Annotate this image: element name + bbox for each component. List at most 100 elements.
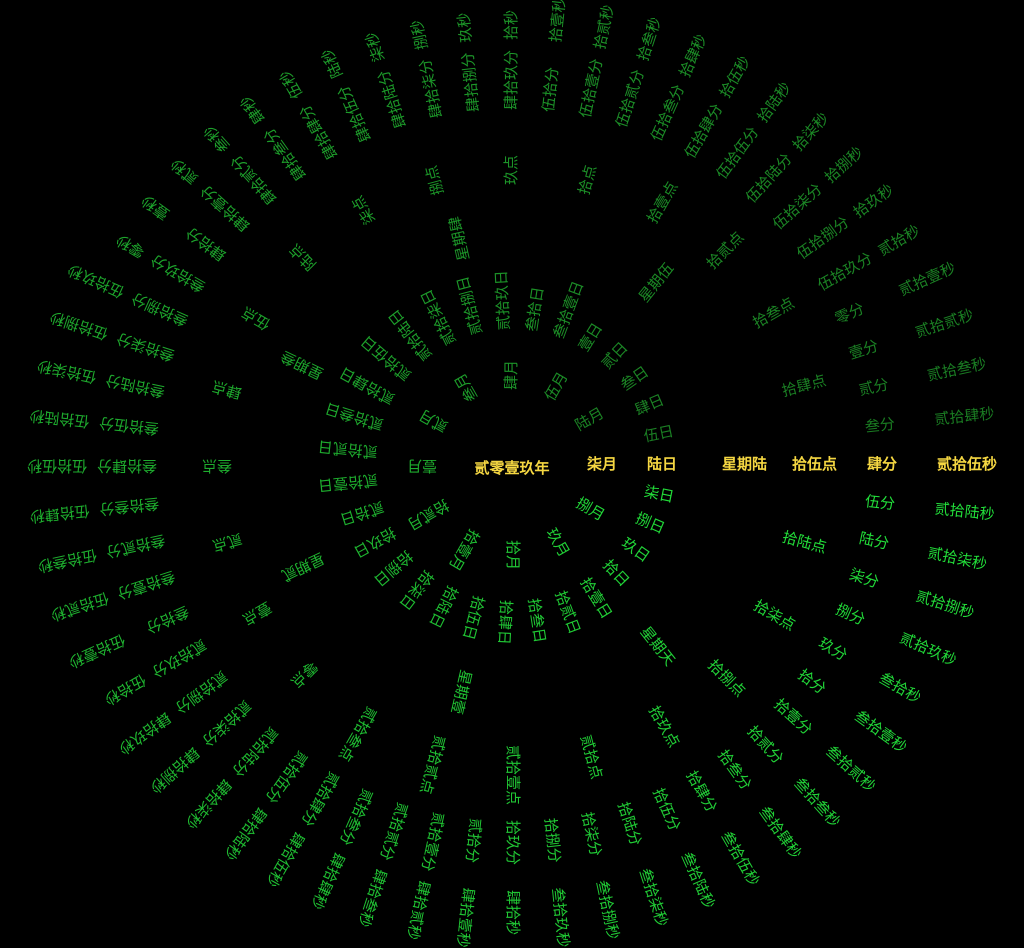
minute-slot: 拾贰分 [744, 724, 785, 767]
minute-slot: 拾捌分 [541, 817, 561, 863]
second-slot: 贰拾陆秒 [934, 502, 995, 523]
second-slot: 贰拾捌秒 [914, 590, 976, 623]
minute-slot: 叁拾壹分 [115, 567, 177, 600]
minute-slot: 叁分 [864, 418, 895, 436]
hour-slot: 贰拾叁点 [335, 703, 378, 762]
second-slot: 叁秒 [202, 122, 233, 154]
day-slot: 伍日 [643, 425, 675, 446]
minute-slot: 贰拾伍分 [262, 747, 309, 804]
month-slot: 贰月 [418, 406, 451, 434]
day-slot: 拾壹日 [577, 576, 614, 622]
second-slot: 拾叁秒 [637, 16, 665, 63]
hour-slot: 拾捌点 [704, 658, 746, 700]
second-slot: 陆秒 [321, 46, 347, 80]
second-slot: 伍拾肆秒 [29, 501, 90, 522]
second-slot: 叁拾贰秒 [822, 744, 877, 795]
second-slot: 贰秒 [169, 155, 201, 186]
second-slot: 壹秒 [140, 191, 173, 221]
hour-slot: 陆点 [288, 240, 320, 272]
minute-slot: 叁拾柒分 [115, 329, 177, 362]
weekday-slot: 星期壹 [447, 668, 472, 715]
minute-slot: 叁拾玖分 [149, 251, 208, 294]
weekday-slot: 星期叁 [279, 347, 326, 380]
second-slot: 伍拾柒秒 [36, 356, 98, 383]
day-slot: 贰拾捌日 [456, 274, 486, 336]
second-slot: 零秒 [114, 231, 147, 259]
minute-slot: 叁拾伍分 [99, 414, 160, 435]
minute-slot: 拾壹分 [770, 697, 813, 738]
day-slot: 贰拾壹日 [317, 471, 378, 492]
hour-slot: 叁点 [202, 457, 232, 472]
second-slot: 伍拾秒 [101, 671, 147, 706]
minute-slot: 捌分 [833, 603, 867, 629]
second-slot: 玖秒 [457, 12, 475, 43]
second-slot: 叁拾伍秒 [718, 830, 761, 889]
day-slot: 拾陆日 [426, 583, 459, 630]
second-slot: 贰拾肆秒 [934, 407, 995, 428]
minute-slot: 贰拾柒分 [198, 697, 253, 748]
minute-slot: 伍拾贰分 [615, 68, 648, 130]
day-slot: 拾叁日 [525, 597, 547, 644]
month-slot: 陆月 [573, 406, 606, 434]
day-slot: 贰拾贰日 [317, 437, 378, 458]
hour-slot: 伍点 [240, 303, 273, 331]
second-slot: 伍拾玖秒 [66, 260, 127, 298]
hour-slot: 拾柒点 [750, 599, 796, 634]
minute-slot: 肆拾伍分 [337, 83, 375, 144]
day-slot: 叁日 [619, 365, 652, 394]
second-slot: 伍拾陆秒 [29, 406, 90, 427]
day-slot: 贰拾日 [338, 498, 385, 526]
minute-slot: 陆分 [858, 532, 890, 553]
day-slot: 拾柒日 [395, 567, 434, 612]
second-slot: 伍秒 [278, 67, 306, 100]
day-slot: 拾贰日 [551, 589, 581, 636]
minute-slot: 伍分 [864, 495, 895, 513]
minute-slot: 壹分 [847, 339, 880, 363]
second-slot: 贰拾秒 [877, 224, 923, 259]
minute-slot: 伍拾肆分 [683, 102, 726, 161]
second-slot: 肆秒 [239, 92, 269, 125]
minute-slot: 叁拾分 [143, 602, 190, 634]
minute-slot: 伍拾柒分 [771, 182, 826, 233]
second-slot: 肆拾伍秒 [263, 829, 306, 888]
hour-slot: 拾点 [578, 164, 600, 197]
minute-slot: 贰拾陆分 [228, 723, 279, 778]
weekday-slot: 星期贰 [279, 549, 326, 582]
hour-slot: 拾陆点 [780, 531, 827, 557]
second-slot: 拾贰秒 [594, 4, 618, 51]
hour-slot: 拾肆点 [781, 374, 828, 400]
minute-slot: 拾伍分 [649, 786, 681, 833]
weekday-slot: 星期天 [637, 625, 677, 670]
second-slot: 肆拾壹秒 [453, 887, 474, 948]
minute-slot: 伍拾叁分 [650, 83, 688, 144]
second-slot: 贰拾伍秒 [937, 458, 997, 473]
minute-slot: 伍拾分 [542, 66, 562, 112]
second-slot: 肆拾秒 [504, 890, 519, 935]
day-slot: 贰拾柒日 [420, 286, 460, 346]
second-slot: 肆拾贰秒 [403, 879, 430, 941]
minute-slot: 肆拾柒分 [419, 57, 446, 119]
second-slot: 贰拾柒秒 [926, 547, 988, 574]
minute-slot: 肆拾分 [184, 223, 229, 262]
day-slot: 拾玖日 [351, 524, 398, 559]
month-slot: 壹月 [407, 457, 437, 472]
minute-slot: 肆拾叁分 [262, 125, 309, 182]
weekday-slot: 星期陆 [722, 458, 767, 473]
minute-slot: 肆拾捌分 [462, 51, 483, 112]
minute-slot: 叁拾叁分 [98, 494, 159, 515]
second-slot: 拾捌秒 [823, 145, 866, 186]
minute-slot: 拾柒分 [578, 811, 602, 858]
second-slot: 叁拾柒秒 [636, 867, 669, 929]
weekday-slot: 星期伍 [637, 261, 677, 306]
second-slot: 伍拾叁秒 [36, 546, 98, 573]
month-slot: 伍月 [543, 371, 571, 404]
second-slot: 肆拾玖秒 [115, 708, 172, 755]
second-slot: 贰拾贰秒 [914, 308, 976, 341]
hour-slot: 拾壹点 [646, 180, 681, 226]
second-slot: 拾秒 [505, 10, 520, 40]
day-slot: 肆日 [633, 393, 666, 419]
minute-slot: 肆拾壹分 [199, 181, 254, 232]
minute-slot: 肆拾陆分 [377, 68, 410, 130]
minute-slot: 肆拾玖分 [505, 50, 520, 110]
minute-slot: 肆拾贰分 [229, 151, 280, 206]
